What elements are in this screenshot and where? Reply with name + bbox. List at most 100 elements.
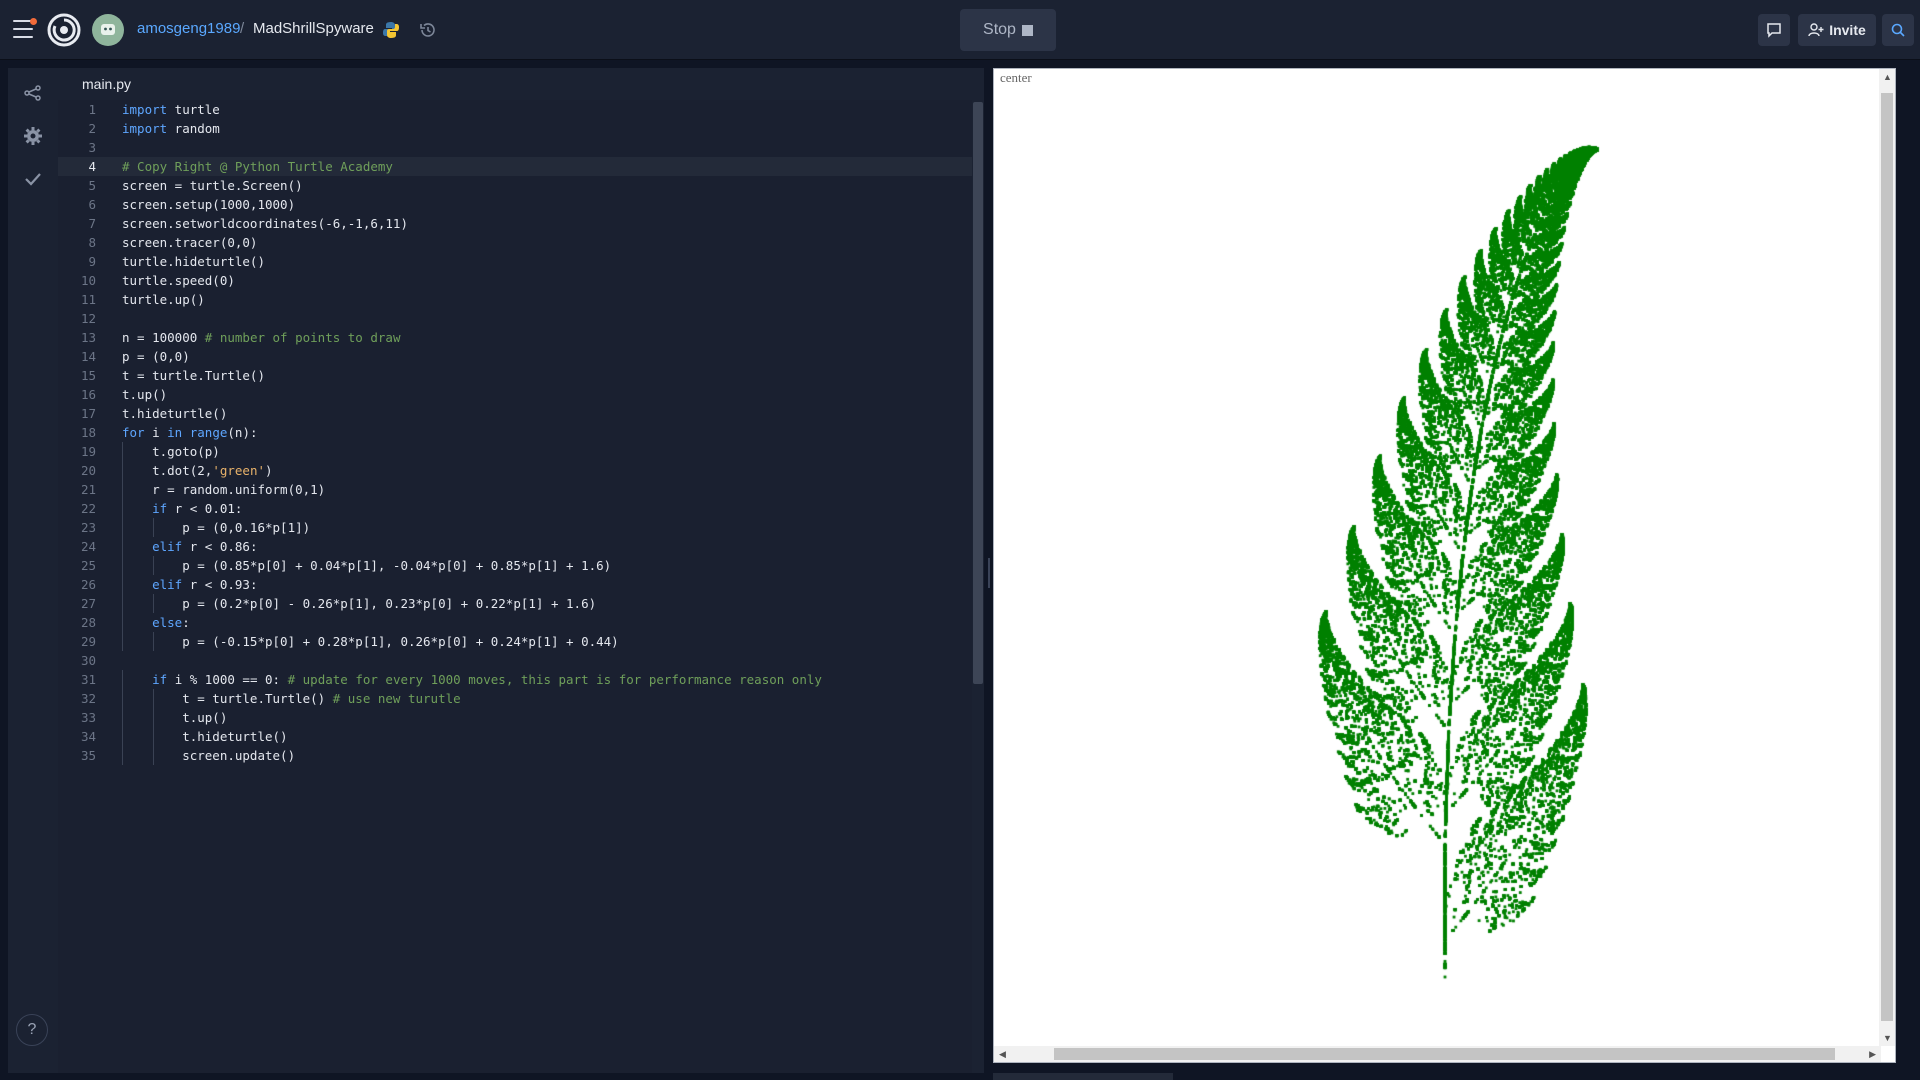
indent-guide: [122, 613, 123, 632]
tab-main-py[interactable]: main.py: [72, 68, 142, 100]
indent-guide: [152, 594, 154, 613]
code-line[interactable]: screen.setup(1000,1000): [122, 195, 295, 214]
code-line[interactable]: t.hideturtle(): [122, 727, 287, 746]
repl-name[interactable]: MadShrillSpyware: [253, 20, 374, 37]
output-vertical-scrollbar-thumb[interactable]: [1881, 93, 1893, 1021]
line-number: 27: [80, 596, 96, 611]
code-area[interactable]: 1 import turtle 2 import random 3 4 # Copy Rig…: [58, 100, 972, 1073]
splitter-grip[interactable]: [988, 558, 990, 588]
indent-guide: [152, 632, 154, 651]
code-line[interactable]: t.dot(2,'green'): [122, 461, 272, 480]
indent-guide: [122, 727, 123, 746]
share-icon[interactable]: [22, 82, 44, 104]
code-line[interactable]: # Copy Right @ Python Turtle Academy: [122, 157, 393, 176]
code-line[interactable]: t.up(): [122, 708, 227, 727]
indent-guide: [152, 556, 154, 575]
help-button[interactable]: ?: [16, 1014, 48, 1046]
search-button[interactable]: [1882, 14, 1914, 46]
code-line[interactable]: import random: [122, 119, 220, 138]
invite-label: Invite: [1829, 22, 1866, 38]
canvas-label: center: [1000, 70, 1032, 85]
code-line[interactable]: elif r < 0.86:: [122, 537, 257, 556]
turtle-output-panel: center ▲ ▼ ◀ ▶: [993, 68, 1896, 1063]
code-line[interactable]: n = 100000 # number of points to draw: [122, 328, 400, 347]
code-line[interactable]: t.hideturtle(): [122, 404, 227, 423]
line-number: 18: [80, 425, 96, 440]
python-icon: [382, 21, 400, 39]
output-vertical-scrollbar[interactable]: ▲ ▼: [1879, 69, 1895, 1046]
line-number: 2: [88, 121, 96, 136]
invite-button[interactable]: Invite: [1798, 14, 1876, 46]
line-number: 30: [80, 653, 96, 668]
line-number: 28: [80, 615, 96, 630]
code-line[interactable]: if i % 1000 == 0: # update for every 100…: [122, 670, 822, 689]
line-number: 26: [80, 577, 96, 592]
console-tab-strip[interactable]: [993, 1073, 1173, 1080]
gear-icon[interactable]: [22, 125, 44, 147]
code-line[interactable]: screen.update(): [122, 746, 295, 765]
scroll-right-arrow-icon[interactable]: ▶: [1869, 1049, 1876, 1060]
line-number: 9: [88, 254, 96, 269]
top-bar: amosgeng1989 / MadShrillSpyware Stop Inv…: [0, 0, 1920, 60]
output-horizontal-scrollbar-thumb[interactable]: [1054, 1048, 1835, 1060]
line-number: 23: [80, 520, 96, 535]
scroll-down-arrow-icon[interactable]: ▼: [1883, 1033, 1892, 1043]
indent-guide: [122, 689, 123, 708]
output-horizontal-scrollbar[interactable]: ◀ ▶: [994, 1046, 1881, 1062]
code-line[interactable]: else:: [122, 613, 190, 632]
line-number: 1: [88, 102, 96, 117]
code-line[interactable]: r = random.uniform(0,1): [122, 480, 325, 499]
indent-guide: [122, 556, 123, 575]
code-line[interactable]: p = (-0.15*p[0] + 0.28*p[1], 0.26*p[0] +…: [122, 632, 619, 651]
code-line[interactable]: p = (0.2*p[0] - 0.26*p[1], 0.23*p[0] + 0…: [122, 594, 596, 613]
line-number: 20: [80, 463, 96, 478]
indent-guide: [122, 632, 123, 651]
code-line[interactable]: import turtle: [122, 100, 220, 119]
line-number: 33: [80, 710, 96, 725]
line-number: 22: [80, 501, 96, 516]
owner-link[interactable]: amosgeng1989: [137, 20, 240, 37]
replit-logo-icon[interactable]: [47, 13, 81, 47]
scroll-up-arrow-icon[interactable]: ▲: [1883, 72, 1892, 82]
code-line[interactable]: screen.tracer(0,0): [122, 233, 257, 252]
line-number: 11: [80, 292, 96, 307]
code-line[interactable]: turtle.hideturtle(): [122, 252, 265, 271]
code-line[interactable]: t = turtle.Turtle(): [122, 366, 265, 385]
fern-canvas: [994, 69, 1879, 1046]
indent-guide: [122, 442, 123, 461]
line-number: 3: [88, 140, 96, 155]
editor-scrollbar-thumb[interactable]: [973, 102, 983, 684]
code-line[interactable]: turtle.up(): [122, 290, 205, 309]
indent-guide: [122, 708, 123, 727]
code-line[interactable]: p = (0,0): [122, 347, 190, 366]
history-icon[interactable]: [418, 20, 438, 40]
notification-dot: [30, 18, 37, 25]
stop-button[interactable]: Stop: [960, 9, 1056, 51]
chat-button[interactable]: [1758, 14, 1790, 46]
code-line[interactable]: elif r < 0.93:: [122, 575, 257, 594]
indent-guide: [152, 746, 154, 765]
indent-guide: [122, 575, 123, 594]
code-line[interactable]: for i in range(n):: [122, 423, 258, 442]
indent-guide: [122, 518, 123, 537]
chat-icon: [1767, 23, 1781, 38]
add-user-icon: [1808, 23, 1824, 37]
line-number: 5: [88, 178, 96, 193]
breadcrumb-separator: /: [240, 20, 245, 37]
code-line[interactable]: if r < 0.01:: [122, 499, 242, 518]
indent-guide: [152, 708, 154, 727]
code-line[interactable]: screen.setworldcoordinates(-6,-1,6,11): [122, 214, 408, 233]
code-line[interactable]: screen = turtle.Screen(): [122, 176, 303, 195]
scroll-left-arrow-icon[interactable]: ◀: [999, 1049, 1006, 1060]
code-line[interactable]: t.up(): [122, 385, 167, 404]
code-line[interactable]: turtle.speed(0): [122, 271, 235, 290]
check-icon[interactable]: [22, 168, 44, 190]
code-line[interactable]: p = (0,0.16*p[1]): [122, 518, 310, 537]
indent-guide: [122, 461, 123, 480]
code-editor: main.py 1 import turtle 2 import random 3 4 # …: [58, 68, 984, 1073]
code-line[interactable]: t.goto(p): [122, 442, 220, 461]
indent-guide: [122, 499, 123, 518]
code-line[interactable]: p = (0.85*p[0] + 0.04*p[1], -0.04*p[0] +…: [122, 556, 611, 575]
avatar[interactable]: [92, 14, 124, 46]
code-line[interactable]: t = turtle.Turtle() # use new turutle: [122, 689, 460, 708]
